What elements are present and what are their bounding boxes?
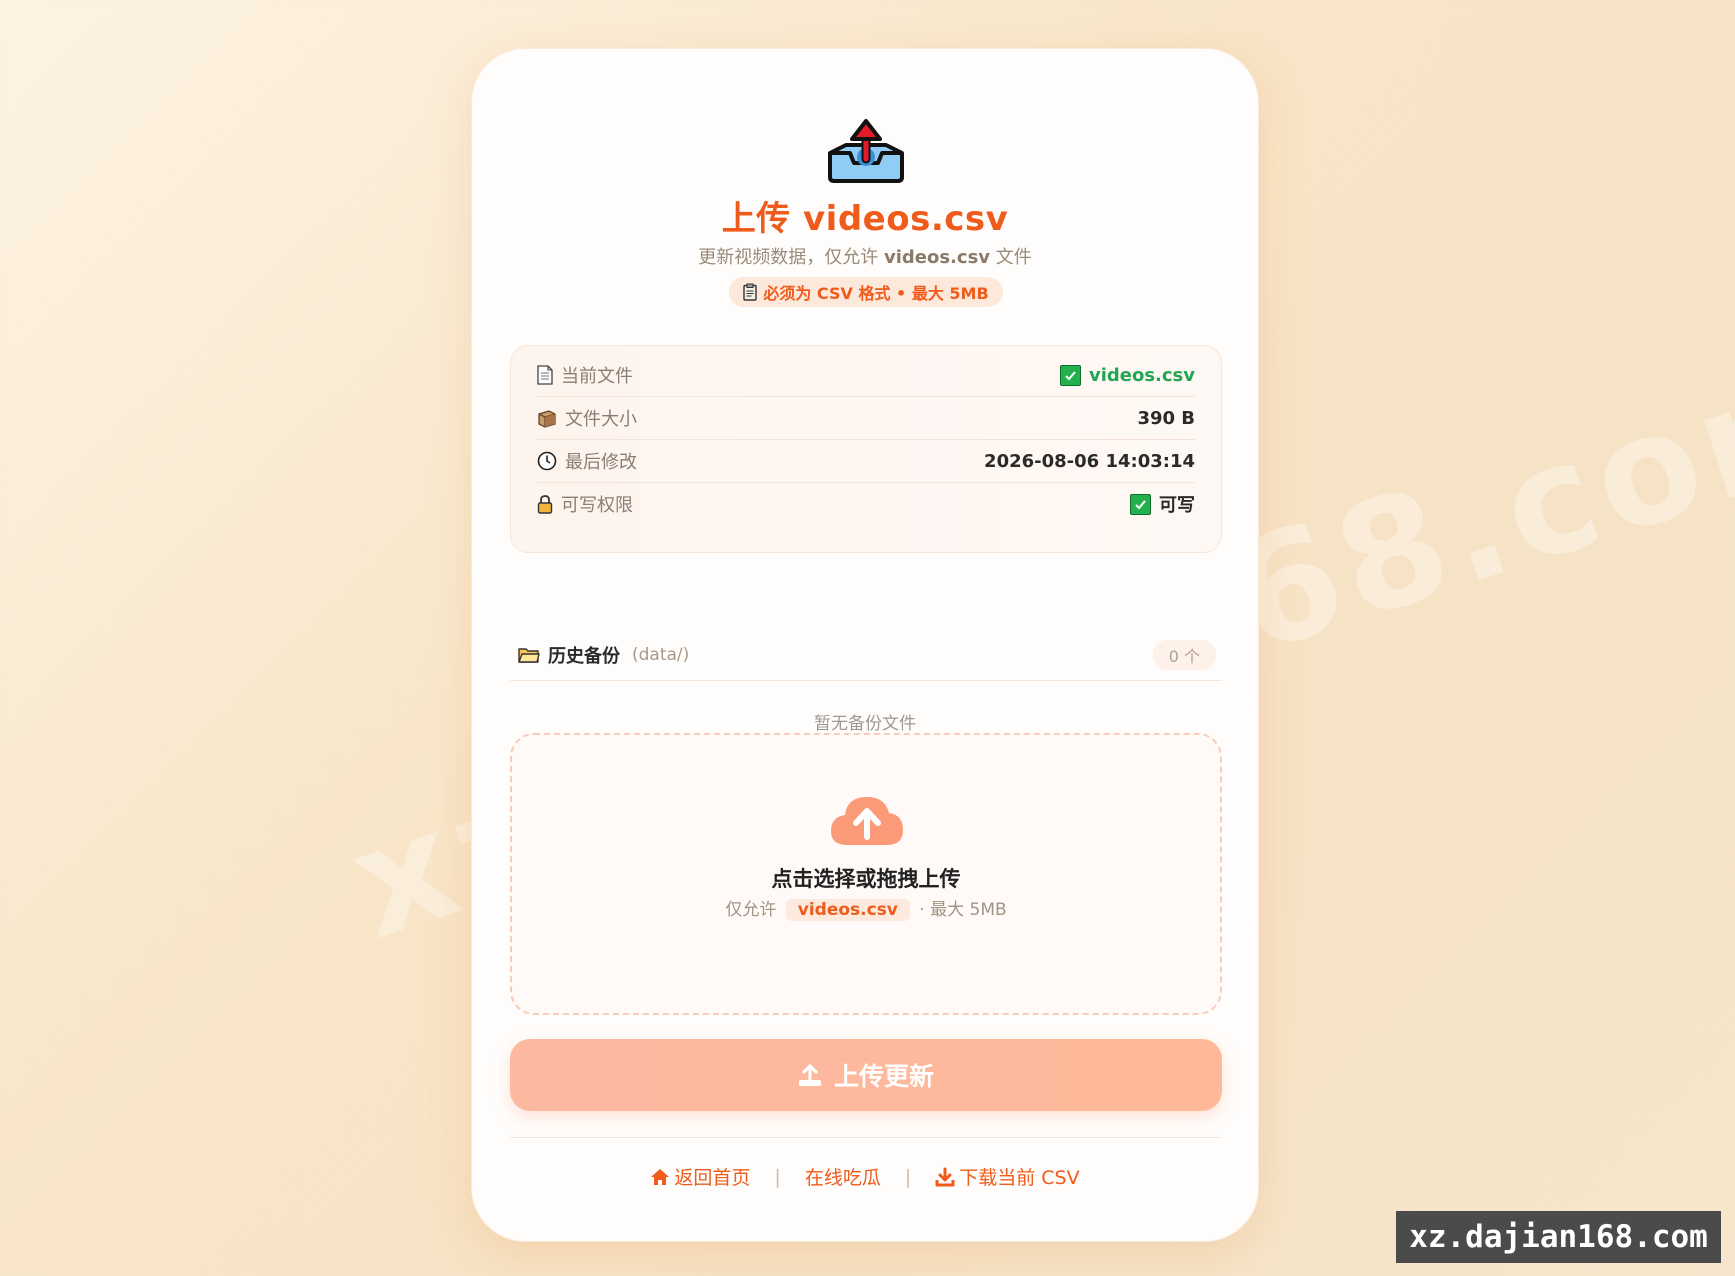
clock-icon (537, 451, 557, 471)
backup-section-header: 历史备份 (data/) 0 个 (510, 629, 1222, 681)
page-title: 上传 videos.csv (721, 199, 1009, 239)
online-link-label: 在线吃瓜 (804, 1167, 881, 1189)
upload-update-button[interactable]: 上传更新 (510, 1039, 1222, 1111)
site-watermark-badge: xz.dajian168.com (1396, 1211, 1721, 1263)
info-row-last-modified: 最后修改 2026-08-06 14:03:14 (537, 440, 1195, 483)
write-permission-value: 可写 (1159, 495, 1195, 516)
current-file-value: videos.csv (1088, 364, 1195, 386)
download-icon (935, 1167, 955, 1186)
download-link-label: 下载当前 CSV (959, 1167, 1080, 1189)
last-modified-value: 2026-08-06 14:03:14 (984, 450, 1195, 472)
backup-count-badge: 0 个 (1152, 639, 1216, 670)
info-row-current-file: 当前文件 videos.csv (537, 354, 1195, 397)
subtitle-suffix: 文件 (995, 247, 1032, 268)
footer-divider (510, 1137, 1222, 1138)
page-subtitle: 更新视频数据，仅允许 videos.csv 文件 (472, 243, 1258, 269)
online-link[interactable]: 在线吃瓜 (805, 1163, 881, 1190)
upload-card: 上传 videos.csv 更新视频数据，仅允许 videos.csv 文件 必… (471, 48, 1259, 1242)
info-label: 文件大小 (565, 409, 637, 430)
info-row-file-size: 文件大小 390 B (537, 397, 1195, 440)
dropzone-title: 点击选择或拖拽上传 (771, 867, 961, 891)
dropzone-hint-suffix: · 最大 5MB (919, 900, 1007, 920)
upload-button-label: 上传更新 (833, 1062, 934, 1091)
file-size-value: 390 B (1137, 407, 1195, 429)
backup-empty-message: 暂无备份文件 (814, 714, 916, 734)
dropzone-hint: 仅允许 videos.csv · 最大 5MB (512, 895, 1220, 921)
folder-icon (518, 647, 540, 663)
package-icon (538, 410, 556, 428)
home-link[interactable]: 返回首页 (650, 1163, 750, 1190)
lock-icon (537, 495, 553, 514)
info-label: 当前文件 (561, 366, 633, 387)
outbox-upload-icon (828, 119, 904, 183)
dropzone-filename: videos.csv (785, 899, 910, 921)
footer-separator: | (904, 1165, 912, 1188)
footer-links: 返回首页 | 在线吃瓜 | 下载当前 CSV (472, 1163, 1258, 1190)
download-csv-link[interactable]: 下载当前 CSV (935, 1163, 1080, 1190)
file-dropzone[interactable]: 点击选择或拖拽上传 仅允许 videos.csv · 最大 5MB (510, 733, 1222, 1015)
subtitle-prefix: 更新视频数据，仅允许 (698, 247, 879, 268)
clipboard-icon (743, 283, 758, 301)
footer-separator: | (774, 1165, 781, 1188)
backup-path: (data/) (632, 644, 690, 665)
info-label: 可写权限 (561, 495, 633, 516)
upload-icon (798, 1064, 821, 1086)
dropzone-hint-prefix: 仅允许 (725, 900, 777, 920)
check-icon (1130, 493, 1151, 515)
home-link-label: 返回首页 (674, 1167, 751, 1189)
cloud-upload-icon (831, 797, 903, 845)
file-info-panel: 当前文件 videos.csv 文件大小 390 B 最后修改 2026-08-… (510, 345, 1222, 553)
info-row-write-permission: 可写权限 可写 (537, 483, 1195, 525)
backup-title: 历史备份 (548, 645, 620, 667)
check-icon (1059, 364, 1081, 386)
info-label: 最后修改 (565, 452, 637, 473)
format-requirement-text: 必须为 CSV 格式 • 最大 5MB (763, 284, 989, 303)
subtitle-filename: videos.csv (883, 247, 991, 268)
home-icon (651, 1168, 670, 1185)
document-icon (537, 365, 553, 385)
format-requirement-badge: 必须为 CSV 格式 • 最大 5MB (729, 277, 1003, 307)
